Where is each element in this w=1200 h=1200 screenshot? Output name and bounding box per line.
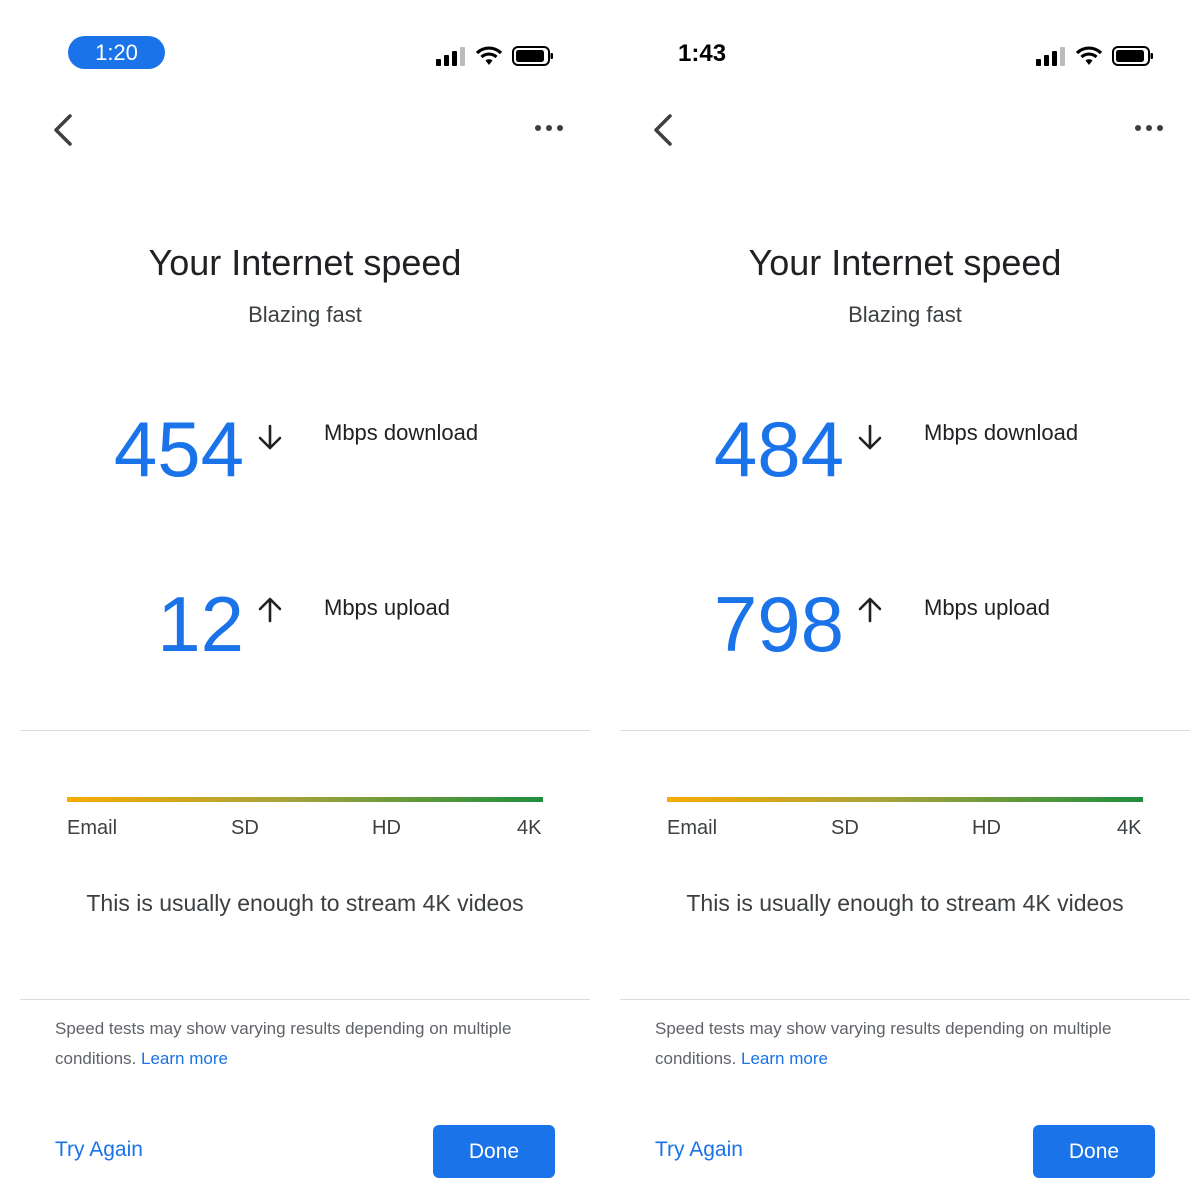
status-time[interactable]: 1:20 [68,36,165,69]
arrow-up-icon [258,597,282,623]
scale-label-hd: HD [972,817,1001,839]
scale-label-sd: SD [231,817,259,839]
scale-label-hd: HD [372,817,401,839]
download-speed-value: 484 [713,405,844,493]
upload-speed-value: 12 [157,580,244,668]
upload-label: Mbps upload [924,595,1050,620]
disclaimer-text: Speed tests may show varying results dep… [655,1019,1112,1068]
arrow-up-icon [858,597,882,623]
upload-label: Mbps upload [324,595,450,620]
stream-quality-note: This is usually enough to stream 4K vide… [86,890,524,916]
divider [20,999,590,1000]
disclaimer: Speed tests may show varying results dep… [55,1014,535,1074]
cellular-signal-icon [436,47,465,66]
disclaimer-text: Speed tests may show varying results dep… [55,1019,512,1068]
scale-label-email: Email [667,817,718,839]
cellular-signal-icon [1036,47,1065,66]
learn-more-link[interactable]: Learn more [141,1049,228,1068]
scale-label-sd: SD [831,817,859,839]
page-title: Your Internet speed [148,242,462,283]
download-label: Mbps download [924,420,1079,445]
speed-rating: Blazing fast [848,302,962,327]
arrow-down-icon [858,424,882,450]
quality-scale-bar [667,797,1143,802]
done-button[interactable]: Done [433,1125,555,1178]
quality-scale-bar [67,797,543,802]
speed-screen-left: 1:20 Your Internet speed Blazing fast 45… [0,0,600,1200]
done-button[interactable]: Done [1033,1125,1155,1178]
download-speed-value: 454 [113,405,244,493]
divider [620,999,1190,1000]
back-chevron-icon[interactable] [648,112,678,148]
disclaimer: Speed tests may show varying results dep… [655,1014,1135,1074]
upload-speed-value: 798 [713,580,844,668]
stream-quality-note: This is usually enough to stream 4K vide… [686,890,1124,916]
learn-more-link[interactable]: Learn more [741,1049,828,1068]
scale-label-4k: 4K [1117,817,1142,839]
battery-icon [1112,46,1153,66]
speed-rating: Blazing fast [248,302,362,327]
scale-label-email: Email [67,817,118,839]
download-label: Mbps download [324,420,479,445]
battery-icon [512,46,553,66]
status-time: 1:43 [678,40,727,67]
arrow-down-icon [258,424,282,450]
scale-label-4k: 4K [517,817,542,839]
page-title: Your Internet speed [748,242,1062,283]
back-chevron-icon[interactable] [48,112,78,148]
wifi-icon [476,46,502,65]
wifi-icon [1076,46,1102,65]
more-horizontal-icon[interactable] [1134,120,1164,136]
speed-screen-right: 1:43 Your Internet speed Blazing fast 48… [600,0,1200,1200]
more-horizontal-icon[interactable] [534,120,564,136]
status-icons [436,46,554,66]
divider [620,730,1190,731]
try-again-button[interactable]: Try Again [55,1138,143,1162]
try-again-button[interactable]: Try Again [655,1138,743,1162]
divider [20,730,590,731]
status-icons [1036,46,1154,66]
